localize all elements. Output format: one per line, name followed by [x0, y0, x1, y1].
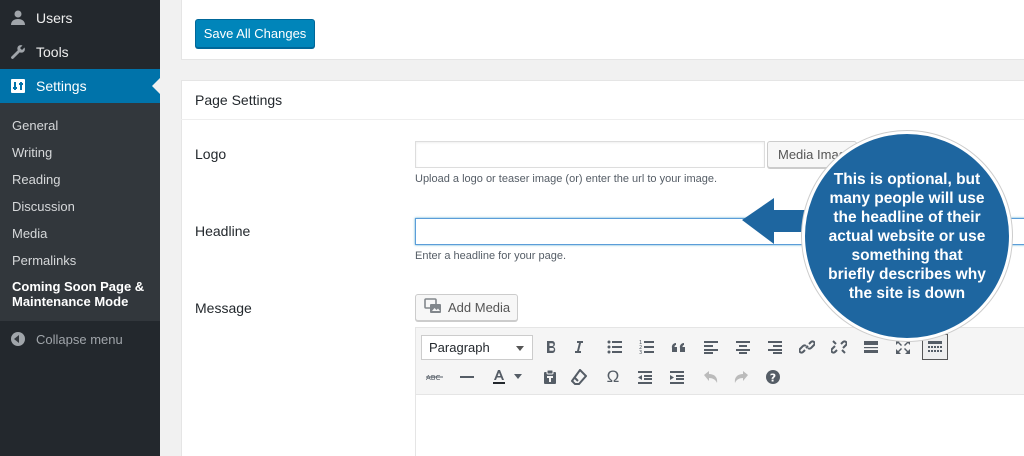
menu-label: Users	[36, 10, 73, 26]
text-color-dropdown-icon[interactable]	[510, 364, 526, 390]
special-character-icon[interactable]: Ω	[600, 364, 626, 390]
submenu-label-line2: Maintenance Mode	[12, 294, 129, 309]
collapse-menu-button[interactable]: Collapse menu	[0, 322, 160, 356]
callout-arrow-icon	[742, 198, 810, 244]
collapse-label: Collapse menu	[36, 331, 123, 347]
clear-formatting-icon[interactable]	[566, 364, 592, 390]
wrench-icon	[0, 43, 36, 61]
bullet-list-icon[interactable]	[602, 334, 628, 360]
logo-label: Logo	[195, 146, 227, 162]
message-label: Message	[195, 300, 252, 316]
align-center-icon[interactable]	[730, 334, 756, 360]
svg-text:3: 3	[639, 350, 642, 354]
menu-item-settings[interactable]: Settings	[0, 69, 160, 103]
paste-text-icon[interactable]	[537, 364, 563, 390]
submenu-item-permalinks[interactable]: Permalinks	[12, 253, 76, 268]
panel-title: Page Settings	[195, 92, 283, 108]
submenu-item-discussion[interactable]: Discussion	[12, 199, 75, 214]
submenu-item-coming-soon[interactable]: Coming Soon Page & Maintenance Mode	[12, 279, 144, 309]
numbered-list-icon[interactable]: 123	[634, 334, 660, 360]
submenu-item-reading[interactable]: Reading	[12, 172, 60, 187]
bold-icon[interactable]	[538, 334, 564, 360]
svg-text:ABC: ABC	[426, 374, 440, 382]
align-right-icon[interactable]	[762, 334, 788, 360]
settings-submenu: General Writing Reading Discussion Media…	[0, 103, 160, 321]
logo-url-input[interactable]	[415, 141, 765, 168]
chevron-down-icon	[516, 346, 524, 351]
submenu-item-writing[interactable]: Writing	[12, 145, 52, 160]
submenu-label-line1: Coming Soon Page &	[12, 279, 145, 294]
strikethrough-icon[interactable]: ABC	[422, 364, 448, 390]
headline-description: Enter a headline for your page.	[415, 250, 567, 262]
format-select[interactable]: Paragraph	[421, 335, 533, 360]
panel-header	[181, 80, 1024, 120]
italic-icon[interactable]	[566, 334, 592, 360]
outdent-icon[interactable]	[632, 364, 658, 390]
logo-description: Upload a logo or teaser image (or) enter…	[415, 173, 718, 185]
read-more-icon[interactable]	[858, 334, 884, 360]
menu-label: Tools	[36, 44, 69, 60]
callout-bubble: This is optional, but many people will u…	[802, 131, 1012, 341]
menu-item-users[interactable]: Users	[0, 1, 160, 35]
format-value: Paragraph	[429, 340, 490, 355]
collapse-icon	[11, 332, 25, 346]
menu-label: Settings	[36, 78, 87, 94]
blockquote-icon[interactable]	[666, 334, 692, 360]
link-icon[interactable]	[794, 334, 820, 360]
menu-item-tools[interactable]: Tools	[0, 35, 160, 69]
redo-icon[interactable]	[728, 364, 754, 390]
text-color-icon[interactable]	[486, 364, 512, 390]
callout-text: This is optional, but many people will u…	[828, 170, 986, 302]
undo-icon[interactable]	[698, 364, 724, 390]
svg-text:?: ?	[770, 372, 776, 385]
admin-sidebar: Users Tools Settings General Writing Rea…	[0, 0, 160, 456]
submenu-item-media[interactable]: Media	[12, 226, 47, 241]
save-all-changes-button[interactable]: Save All Changes	[195, 19, 315, 48]
horizontal-line-icon[interactable]	[454, 364, 480, 390]
add-media-icon	[424, 298, 448, 317]
unlink-icon[interactable]	[826, 334, 852, 360]
indent-icon[interactable]	[664, 364, 690, 390]
add-media-button[interactable]: Add Media	[415, 294, 518, 321]
settings-icon	[0, 77, 36, 95]
submenu-item-general[interactable]: General	[12, 118, 58, 133]
headline-label: Headline	[195, 223, 251, 239]
help-icon[interactable]: ?	[760, 364, 786, 390]
users-icon	[0, 9, 36, 27]
align-left-icon[interactable]	[698, 334, 724, 360]
add-media-label: Add Media	[448, 300, 511, 315]
